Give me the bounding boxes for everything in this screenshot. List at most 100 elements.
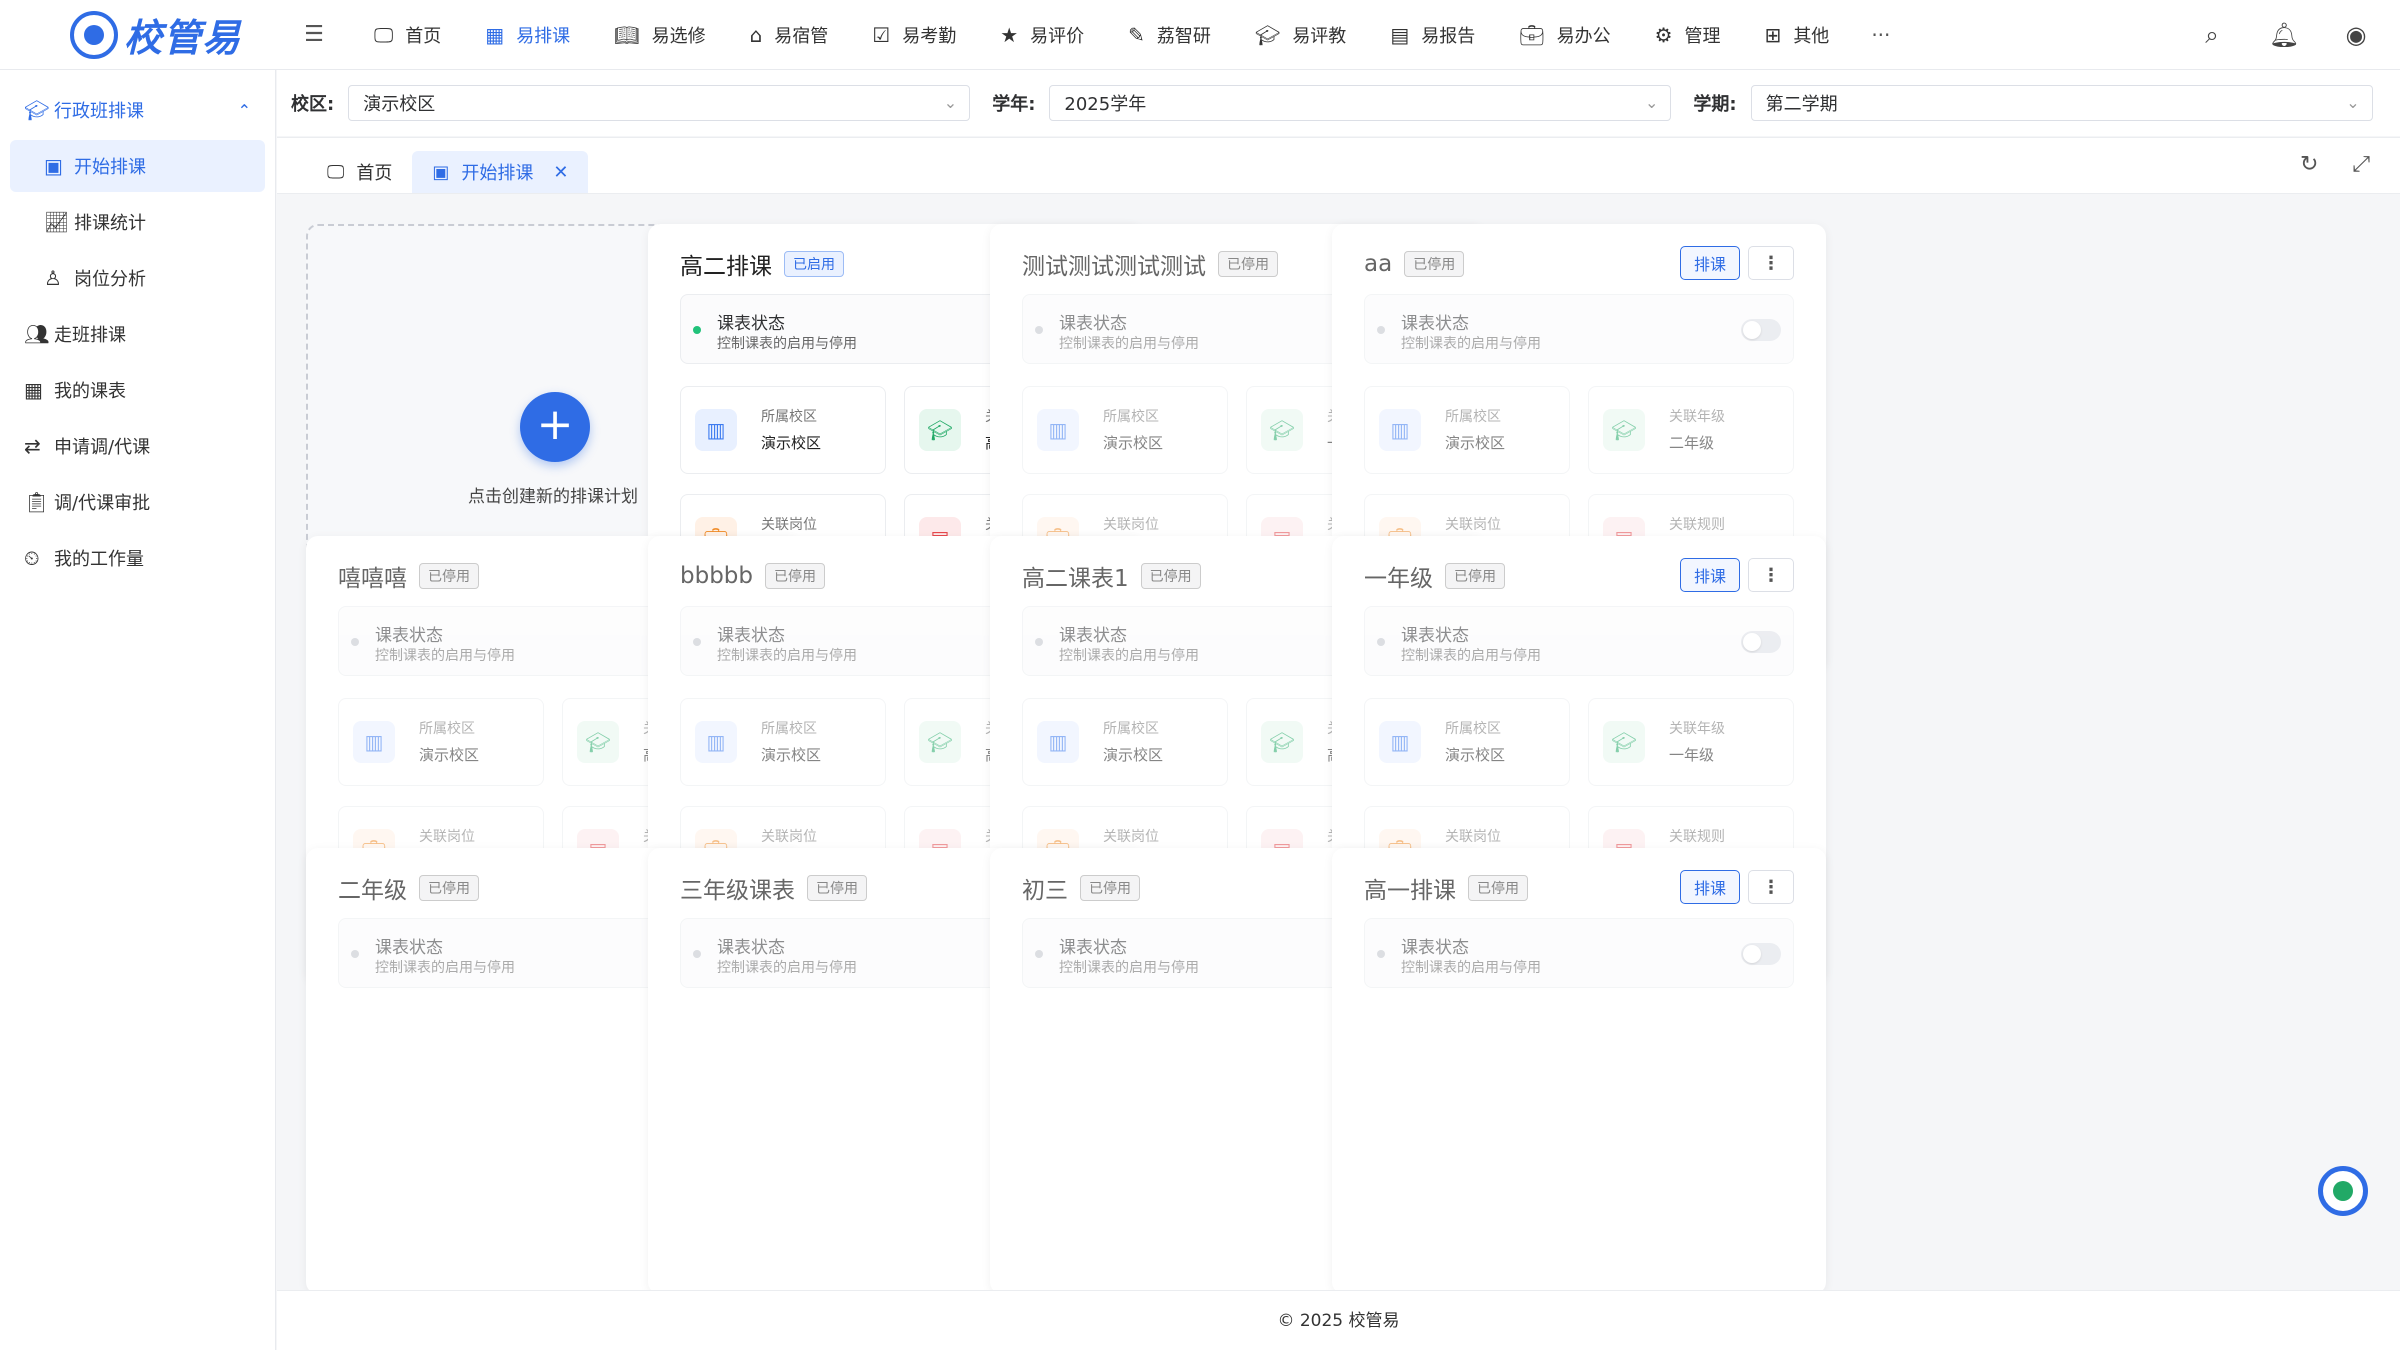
status-title: 课表状态 bbox=[717, 626, 785, 646]
sidebar-item-7[interactable]: 📋︎ 调/代课审批 bbox=[10, 476, 265, 528]
sidebar-item-6[interactable]: ⇄ 申请调/代课 bbox=[10, 420, 265, 472]
graduation-cap-icon: 🎓︎ bbox=[1603, 409, 1645, 451]
dorm-icon: ⌂ bbox=[749, 22, 763, 47]
graduation-cap-icon: 🎓︎ bbox=[1603, 721, 1645, 763]
plus-icon[interactable]: + bbox=[520, 392, 590, 462]
clipboard-check-icon: 📋︎ bbox=[24, 490, 50, 514]
info-value: 演示校区 bbox=[761, 746, 822, 764]
building-icon: ▥ bbox=[1037, 721, 1079, 763]
building-icon: ▥ bbox=[695, 721, 737, 763]
timetable-status-panel: 课表状态 控制课表的启用与停用 bbox=[1364, 918, 1794, 988]
sidebar-item-1[interactable]: ▣ 开始排课 bbox=[10, 140, 265, 192]
nav-item-0[interactable]: 🖵 首页 bbox=[352, 0, 463, 70]
card-title: 高二课表1 bbox=[1022, 566, 1129, 592]
menu-collapse-icon[interactable]: ☰ bbox=[294, 22, 334, 47]
nav-item-6[interactable]: ✎ 荔智研 bbox=[1106, 0, 1233, 70]
sidebar-item-4[interactable]: 👥︎ 走班排课 bbox=[10, 308, 265, 360]
sidebar-item-5[interactable]: ▦ 我的课表 bbox=[10, 364, 265, 416]
nav-item-label: 易评价 bbox=[1030, 25, 1085, 47]
nav-more-button[interactable]: ··· bbox=[1851, 23, 1910, 47]
tab-start-scheduling-label: 开始排课 bbox=[461, 163, 534, 184]
status-dot bbox=[1035, 638, 1043, 646]
calendar-plus-icon: ▣ bbox=[44, 154, 63, 178]
logo-text: 校管易 bbox=[124, 16, 242, 60]
info-value: 演示校区 bbox=[419, 746, 480, 764]
card-title: 高二排课 bbox=[680, 254, 772, 280]
nav-item-4[interactable]: ☑ 易考勤 bbox=[850, 0, 978, 70]
graduation-cap-icon: 🎓︎ bbox=[1254, 22, 1281, 47]
sidebar-item-label: 岗位分析 bbox=[74, 269, 146, 290]
close-icon[interactable]: ✕ bbox=[553, 162, 568, 183]
chevron-down-icon: ⌄ bbox=[2346, 93, 2360, 112]
more-options-icon[interactable]: ⋮ bbox=[1748, 558, 1794, 592]
tab-start-scheduling[interactable]: ▣ 开始排课 ✕ bbox=[412, 151, 589, 193]
nav-item-7[interactable]: 🎓︎ 易评教 bbox=[1233, 0, 1368, 70]
status-dot bbox=[1377, 638, 1385, 646]
status-subtitle: 控制课表的启用与停用 bbox=[375, 960, 515, 976]
schedule-button[interactable]: 排课 bbox=[1680, 558, 1740, 592]
sidebar-item-0[interactable]: 🎓︎ 行政班排课 ⌃ bbox=[10, 84, 265, 136]
status-badge: 已停用 bbox=[1468, 875, 1528, 901]
campus-select[interactable]: 演示校区 ⌄ bbox=[348, 85, 971, 121]
sidebar-item-8[interactable]: ⏲ 我的工作量 bbox=[10, 532, 265, 584]
building-icon: ▥ bbox=[695, 409, 737, 451]
nav-item-5[interactable]: ★ 易评价 bbox=[978, 0, 1106, 70]
tab-home-label: 首页 bbox=[356, 163, 393, 184]
fullscreen-icon[interactable]: ⤢ bbox=[2352, 152, 2370, 177]
chevron-down-icon: ⌄ bbox=[1645, 93, 1659, 112]
status-badge: 已停用 bbox=[1218, 251, 1278, 277]
info-label: 关联岗位 bbox=[1445, 517, 1501, 533]
status-title: 课表状态 bbox=[1059, 314, 1127, 334]
sidebar-item-2[interactable]: 📈︎ 排课统计 bbox=[10, 196, 265, 248]
status-toggle[interactable] bbox=[1741, 319, 1781, 341]
chevron-up-icon[interactable]: ⌃ bbox=[238, 101, 251, 120]
calendar-plus-icon: ▣ bbox=[432, 161, 450, 183]
info-campus: ▥ 所属校区 演示校区 bbox=[680, 386, 886, 474]
tab-home[interactable]: 🖵 首页 bbox=[307, 151, 412, 193]
nav-item-8[interactable]: ▤ 易报告 bbox=[1368, 0, 1497, 70]
nav-item-9[interactable]: 💼︎ 易办公 bbox=[1497, 0, 1632, 70]
term-label: 学期: bbox=[1693, 94, 1737, 115]
nav-item-11[interactable]: ⊞ 其他 bbox=[1743, 0, 1852, 70]
status-badge: 已启用 bbox=[784, 251, 844, 277]
card-title: 测试测试测试测试 bbox=[1022, 254, 1206, 280]
info-label: 关联岗位 bbox=[1103, 517, 1159, 533]
floating-assistant-icon[interactable] bbox=[2318, 1166, 2368, 1216]
settings-icon: ⚙ bbox=[1654, 22, 1673, 47]
card-title: 二年级 bbox=[338, 878, 407, 904]
status-badge: 已停用 bbox=[419, 563, 479, 589]
nav-item-3[interactable]: ⌂ 易宿管 bbox=[728, 0, 851, 70]
nav-item-10[interactable]: ⚙ 管理 bbox=[1633, 0, 1743, 70]
app-logo[interactable]: 校管易 bbox=[0, 0, 276, 70]
more-options-icon[interactable]: ⋮ bbox=[1748, 246, 1794, 280]
search-icon[interactable]: ⌕ bbox=[2188, 21, 2236, 49]
status-dot bbox=[693, 326, 701, 334]
schedule-button[interactable]: 排课 bbox=[1680, 246, 1740, 280]
schedule-button[interactable]: 排课 bbox=[1680, 870, 1740, 904]
status-title: 课表状态 bbox=[1401, 626, 1469, 646]
status-toggle[interactable] bbox=[1741, 943, 1781, 965]
info-label: 所属校区 bbox=[1103, 721, 1159, 737]
timetable-status-panel: 课表状态 控制课表的启用与停用 bbox=[1364, 294, 1794, 364]
refresh-icon[interactable]: ↻ bbox=[2300, 152, 2318, 177]
book-icon: 📖︎ bbox=[614, 22, 640, 47]
status-toggle[interactable] bbox=[1741, 631, 1781, 653]
line-chart-icon: 📈︎ bbox=[44, 210, 70, 234]
status-subtitle: 控制课表的启用与停用 bbox=[375, 648, 515, 664]
year-select[interactable]: 2025学年 ⌄ bbox=[1049, 85, 1672, 121]
sidebar-item-3[interactable]: ♙ 岗位分析 bbox=[10, 252, 265, 304]
status-dot bbox=[693, 950, 701, 958]
term-select[interactable]: 第二学期 ⌄ bbox=[1750, 85, 2373, 121]
nav-item-1[interactable]: ▦ 易排课 bbox=[463, 0, 592, 70]
campus-select-value: 演示校区 bbox=[363, 94, 436, 115]
bell-icon[interactable]: 🔔︎ bbox=[2260, 21, 2308, 49]
more-options-icon[interactable]: ⋮ bbox=[1748, 870, 1794, 904]
monitor-icon: 🖵 bbox=[327, 161, 345, 183]
status-badge: 已停用 bbox=[1445, 563, 1505, 589]
status-title: 课表状态 bbox=[717, 938, 785, 958]
calendar-icon: ▦ bbox=[24, 378, 43, 402]
info-campus: ▥ 所属校区 演示校区 bbox=[338, 698, 544, 786]
nav-item-2[interactable]: 📖︎ 易选修 bbox=[592, 0, 727, 70]
monitor-icon: 🖵 bbox=[374, 22, 394, 47]
user-avatar-icon[interactable]: ◉ bbox=[2332, 21, 2380, 49]
